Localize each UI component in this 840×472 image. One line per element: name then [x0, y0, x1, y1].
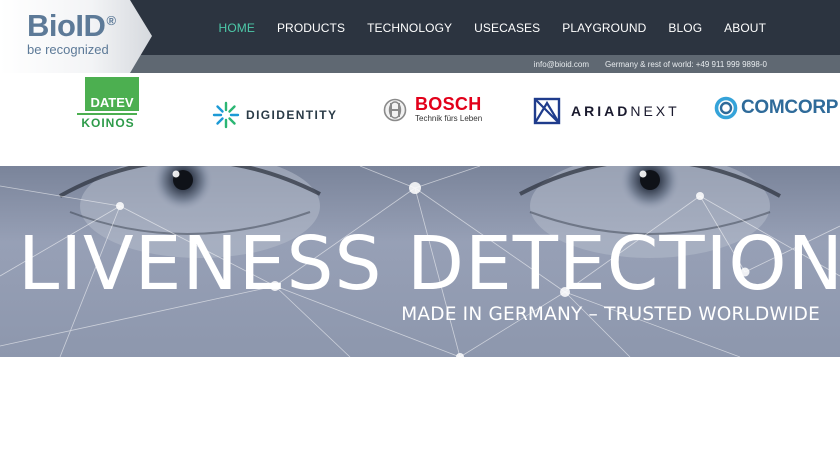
logo-name: BioID [27, 8, 106, 43]
partner-logo-strip: DATEV KOINOS DIGIDENTITY BOSCH Technik f… [0, 73, 840, 166]
site-logo[interactable]: BioID® be recognized [0, 0, 152, 73]
logo-wordmark: BioID® [27, 8, 116, 44]
digidentity-starburst-icon [212, 101, 240, 129]
datev-logo-block: DATEV [85, 77, 139, 111]
ariadnext-wordmark: ARIADNEXT [571, 103, 680, 119]
contact-phone: Germany & rest of world: +49 911 999 989… [605, 59, 767, 69]
partner-digidentity[interactable]: DIGIDENTITY [212, 101, 337, 129]
logo-registered-mark: ® [106, 12, 116, 28]
bosch-armature-icon [383, 98, 407, 121]
nav-technology[interactable]: TECHNOLOGY [367, 21, 452, 35]
comcorp-wordmark: COMCORP [741, 97, 839, 118]
nav-about[interactable]: ABOUT [724, 21, 766, 35]
partner-datev-koinos[interactable]: DATEV KOINOS [77, 77, 139, 130]
main-nav: HOME PRODUCTS TECHNOLOGY USECASES PLAYGR… [197, 0, 766, 55]
partner-comcorp[interactable]: COMCORP [714, 96, 838, 120]
logo-tagline: be recognized [27, 42, 109, 57]
koinos-label: KOINOS [81, 116, 135, 130]
ariadnext-wordmark-bold: ARIAD [571, 103, 631, 119]
ariadnext-wordmark-light: NEXT [630, 103, 680, 119]
datev-label: DATEV [90, 95, 134, 110]
datev-divider [77, 113, 137, 115]
bosch-slogan: Technik fürs Leben [415, 114, 483, 123]
nav-usecases[interactable]: USECASES [474, 21, 540, 35]
nav-home[interactable]: HOME [219, 21, 255, 35]
content-area [0, 357, 840, 472]
bosch-wordmark: BOSCH [415, 94, 482, 114]
comcorp-ring-icon [714, 96, 738, 120]
contact-info: info@bioid.com Germany & rest of world: … [534, 55, 767, 73]
nav-products[interactable]: PRODUCTS [277, 21, 345, 35]
nav-playground[interactable]: PLAYGROUND [562, 21, 646, 35]
nav-blog[interactable]: BLOG [668, 21, 702, 35]
digidentity-wordmark: DIGIDENTITY [246, 108, 338, 122]
hero-title: LIVENESS DETECTION [18, 221, 840, 307]
hero-subtitle: MADE IN GERMANY – TRUSTED WORLDWIDE [401, 304, 820, 325]
partner-bosch[interactable]: BOSCH Technik fürs Leben [383, 95, 482, 124]
contact-email-link[interactable]: info@bioid.com [534, 60, 589, 69]
hero-banner: LIVENESS DETECTION MADE IN GERMANY – TRU… [0, 166, 840, 357]
partner-ariadnext[interactable]: ARIADNEXT [533, 97, 680, 125]
ariadnext-box-icon [533, 97, 561, 125]
